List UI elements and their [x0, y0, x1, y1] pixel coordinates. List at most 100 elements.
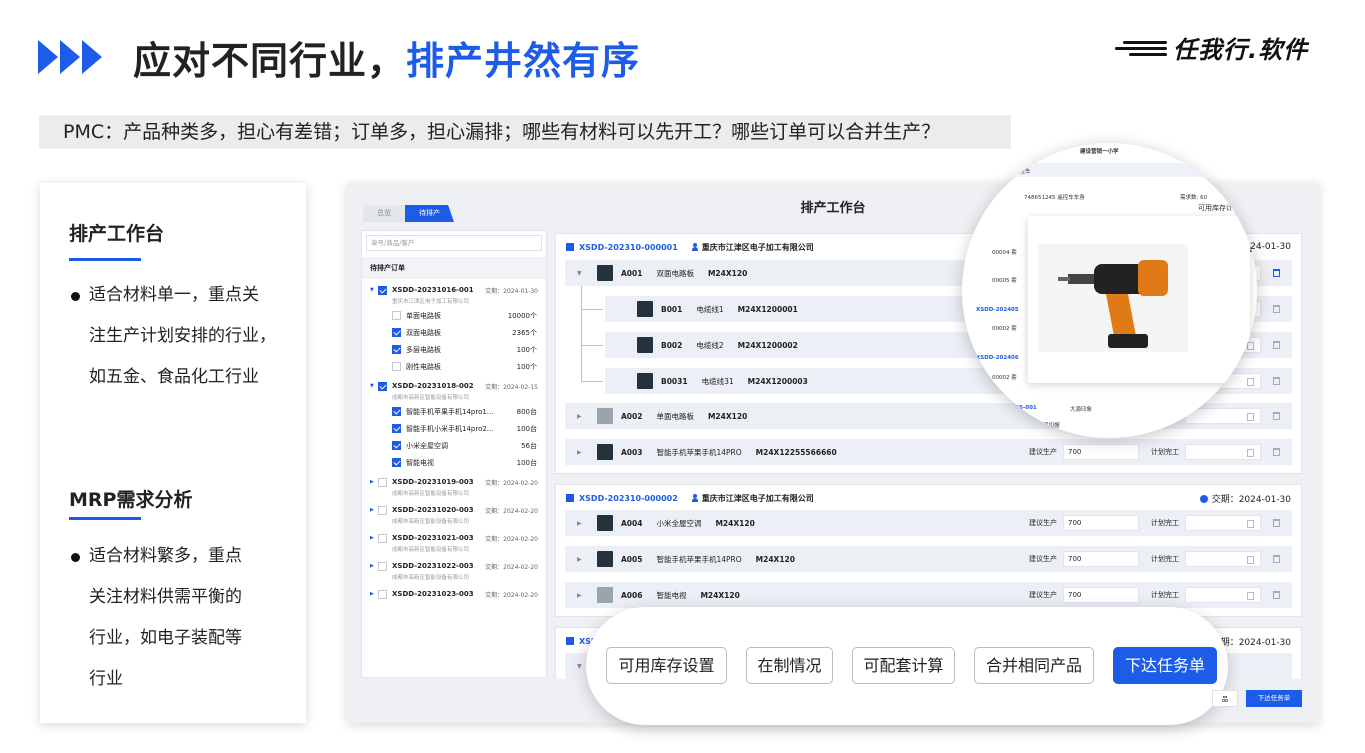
expand-arrow-icon[interactable]: ▶ — [577, 520, 583, 527]
order-checkbox[interactable] — [378, 561, 387, 571]
item-checkbox[interactable] — [392, 311, 401, 320]
delete-icon[interactable] — [1273, 377, 1280, 385]
item-name: 智能手机苹果手机14pro1... — [406, 407, 494, 416]
order-checkbox[interactable] — [378, 285, 387, 295]
kitting-calc-button[interactable]: 可配套计算 — [852, 647, 955, 684]
caret-icon[interactable]: ▼ — [370, 287, 378, 293]
order-line-item[interactable]: 小米全屋空调 56台 — [370, 437, 546, 454]
product-name: 双面电路板 — [656, 268, 694, 278]
item-qty: 100台 — [516, 458, 537, 467]
search-input[interactable]: 单号/商品/客户 — [366, 235, 542, 251]
plan-date-input[interactable] — [1185, 587, 1261, 603]
issue-task-order-button[interactable]: 下达任务单 — [1113, 647, 1217, 684]
caret-icon[interactable]: ▼ — [370, 383, 378, 389]
due-label: 交期： — [485, 591, 504, 599]
group-order-id[interactable]: XSDD-202310-000001 — [579, 243, 678, 252]
delete-icon[interactable] — [1273, 519, 1280, 527]
order-item[interactable]: ▶ XSDD-20231020-003 交期：2024-02-20 成都市高新区智能设… — [362, 503, 546, 527]
order-checkbox[interactable] — [378, 533, 387, 543]
order-item[interactable]: ▼ XSDD-20231018-002 交期：2024-02-15 成都市高新区智能设… — [362, 379, 546, 471]
magnifier-text: 大源印象 — [1070, 407, 1093, 413]
expand-arrow-icon[interactable]: ▶ — [577, 449, 583, 456]
item-checkbox[interactable] — [392, 407, 401, 416]
section-underline — [69, 517, 141, 520]
product-spec: M24X120 — [700, 590, 740, 600]
delete-icon[interactable] — [1273, 555, 1280, 563]
product-row[interactable]: ▶ A004 小米全屋空调 M24X120 建议生产 700 计划完工 — [565, 510, 1292, 536]
order-customer: 成都市高新区智能设备有限公司 — [392, 491, 470, 497]
wip-status-button[interactable]: 在制情况 — [746, 647, 833, 684]
caret-icon[interactable]: ▶ — [370, 591, 378, 597]
order-customer: 成都市高新区智能设备有限公司 — [392, 395, 470, 401]
small-action-button[interactable]: 品 — [1212, 690, 1238, 707]
item-checkbox[interactable] — [392, 458, 401, 467]
product-row[interactable]: ▶ A003 智能手机苹果手机14PRO M24X12255566660 建议生产 700… — [565, 439, 1292, 465]
expand-arrow-icon[interactable]: ▼ — [577, 663, 583, 670]
group-checkbox[interactable] — [566, 637, 574, 645]
tab-overview[interactable]: 总览 — [363, 205, 405, 222]
plan-date-input[interactable] — [1185, 551, 1261, 567]
delete-icon[interactable] — [1273, 591, 1280, 599]
delete-icon[interactable] — [1273, 341, 1280, 349]
group-order-id[interactable]: XSDD-202310-000002 — [579, 494, 678, 503]
expand-arrow-icon[interactable]: ▼ — [577, 270, 583, 277]
order-line-item[interactable]: 多层电路板 100个 — [370, 341, 546, 358]
delete-icon[interactable] — [1273, 448, 1280, 456]
suggest-label: 建议生产 — [1029, 555, 1057, 563]
available-inventory-settings-button[interactable]: 可用库存设置 — [606, 647, 727, 684]
order-id: XSDD-20231021-003 — [392, 534, 474, 542]
plan-date-input[interactable] — [1185, 515, 1261, 531]
caret-icon[interactable]: ▶ — [370, 479, 378, 485]
order-checkbox[interactable] — [378, 505, 387, 515]
delete-icon[interactable] — [1273, 269, 1280, 277]
item-checkbox[interactable] — [392, 345, 401, 354]
plan-date-input[interactable] — [1185, 444, 1261, 460]
order-checkbox[interactable] — [378, 381, 387, 391]
order-line-item[interactable]: 智能电视 100台 — [370, 454, 546, 471]
caret-icon[interactable]: ▶ — [370, 535, 378, 541]
product-row[interactable]: ▶ A005 智能手机苹果手机14PRO M24X120 建议生产 700 计划完工 — [565, 546, 1292, 572]
merge-products-button[interactable]: 合并相同产品 — [974, 647, 1094, 684]
suggest-input[interactable]: 700 — [1063, 444, 1139, 460]
order-id: XSDD-20231019-003 — [392, 478, 474, 486]
order-item[interactable]: ▶ XSDD-20231019-003 交期：2024-02-20 成都市高新区智能设… — [362, 475, 546, 499]
order-line-item[interactable]: 智能手机小米手机14pro2... 100台 — [370, 420, 546, 437]
order-top: ▶ XSDD-20231019-003 交期：2024-02-20 — [370, 475, 546, 489]
caret-icon[interactable]: ▶ — [370, 507, 378, 513]
item-checkbox[interactable] — [392, 424, 401, 433]
group-checkbox[interactable] — [566, 494, 574, 502]
caret-icon[interactable]: ▶ — [370, 563, 378, 569]
product-code: A001 — [621, 268, 643, 278]
item-checkbox[interactable] — [392, 441, 401, 450]
order-item[interactable]: ▶ XSDD-20231022-003 交期：2024-02-20 成都市高新区智能设… — [362, 559, 546, 583]
order-line-item[interactable]: 刚性电路板 100个 — [370, 358, 546, 375]
product-thumbnail — [637, 337, 653, 353]
suggest-input[interactable]: 700 — [1063, 587, 1139, 603]
expand-arrow-icon[interactable]: ▶ — [577, 592, 583, 599]
pmc-banner: PMC：产品种类多，担心有差错；订单多，担心漏排；哪些有材料可以先开工？哪些订单… — [39, 115, 1011, 149]
tab-pending[interactable]: 待排产 — [405, 205, 454, 222]
expand-arrow-icon[interactable]: ▶ — [577, 556, 583, 563]
item-checkbox[interactable] — [392, 328, 401, 337]
order-line-item[interactable]: 单面电路板 10000个 — [370, 307, 546, 324]
plan-label: 计划完工 — [1151, 591, 1179, 599]
order-checkbox[interactable] — [378, 477, 387, 487]
order-item[interactable]: ▶ XSDD-20231023-003 交期：2024-02-20 — [362, 587, 546, 601]
order-line-item[interactable]: 智能手机苹果手机14pro1... 800台 — [370, 403, 546, 420]
small-issue-task-button[interactable]: 下达任务单 — [1246, 690, 1302, 707]
suggest-input[interactable]: 700 — [1063, 551, 1139, 567]
expand-arrow-icon[interactable]: ▶ — [577, 413, 583, 420]
due-label: 交期： — [485, 507, 504, 515]
order-item[interactable]: ▼ XSDD-20231016-001 交期：2024-01-30 重庆市江津区电子加… — [362, 283, 546, 375]
order-item[interactable]: ▶ XSDD-20231021-003 交期：2024-02-20 成都市高新区智能设… — [362, 531, 546, 555]
order-customer: 重庆市江津区电子加工有限公司 — [392, 299, 470, 305]
delete-icon[interactable] — [1273, 305, 1280, 313]
order-checkbox[interactable] — [378, 589, 387, 599]
group-checkbox[interactable] — [566, 243, 574, 251]
order-line-item[interactable]: 双面电路板 2365个 — [370, 324, 546, 341]
item-checkbox[interactable] — [392, 362, 401, 371]
suggest-input[interactable]: 700 — [1063, 515, 1139, 531]
product-row[interactable]: ▶ A006 智能电视 M24X120 建议生产 700 计划完工 — [565, 582, 1292, 608]
delete-icon[interactable] — [1273, 412, 1280, 420]
plan-label: 计划完工 — [1151, 519, 1179, 527]
